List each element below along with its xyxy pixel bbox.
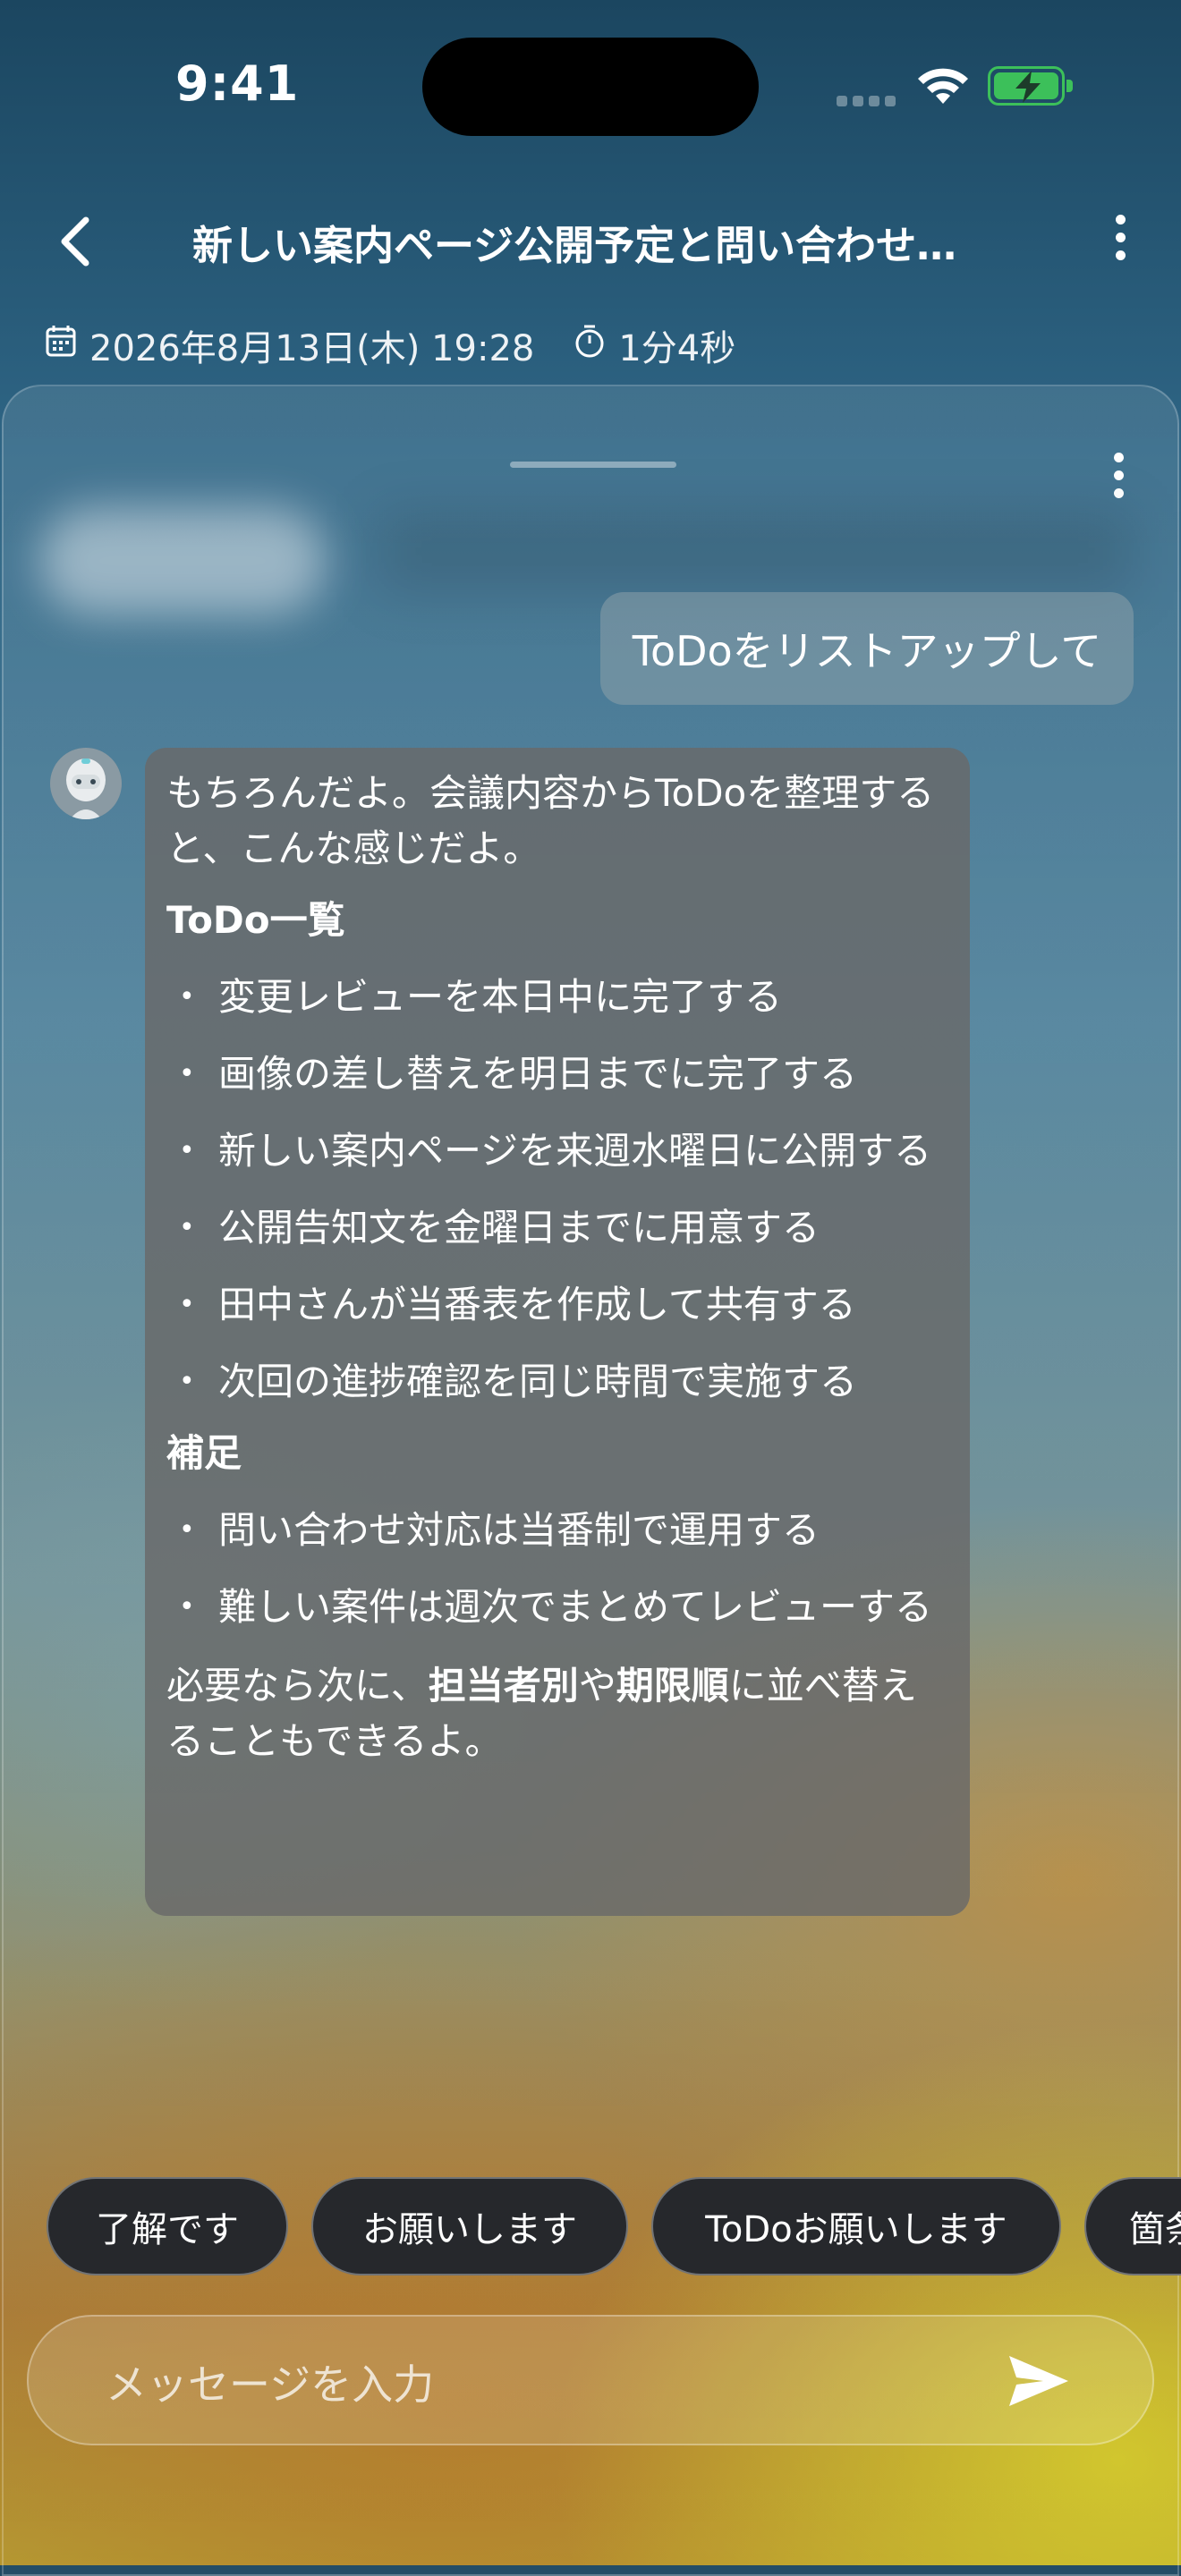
sheet-drag-handle[interactable]: [510, 462, 676, 468]
list-item: 画像の差し替えを明日までに完了する: [166, 1046, 945, 1102]
list-item: 問い合わせ対応は当番制で運用する: [166, 1503, 945, 1558]
send-icon[interactable]: [1007, 2354, 1070, 2408]
closing-bold-assignee: 担当者別: [428, 1664, 579, 1707]
wifi-icon: [914, 64, 972, 111]
user-message-text: ToDoをリストアップして: [632, 627, 1102, 675]
list-item: 新しい案内ページを来週水曜日に公開する: [166, 1123, 945, 1179]
list-item: 次回の進捗確認を同じ時間で実施する: [166, 1354, 945, 1410]
calendar-icon: [45, 324, 77, 367]
todo-list: 変更レビューを本日中に完了する 画像の差し替えを明日までに完了する 新しい案内ペ…: [166, 970, 945, 1410]
list-item: 難しい案件は週次でまとめてレビューする: [166, 1580, 945, 1635]
message-input-placeholder: メッセージを入力: [106, 2360, 435, 2409]
meeting-duration: 1分4秒: [618, 328, 736, 369]
list-item: 田中さんが当番表を作成して共有する: [166, 1277, 945, 1333]
assistant-avatar: [50, 748, 122, 819]
quick-reply-chip[interactable]: 了解です: [47, 2177, 288, 2275]
battery-charging-icon: [988, 66, 1073, 106]
more-options-icon[interactable]: [1102, 215, 1138, 277]
quick-reply-chip[interactable]: ToDoお願いします: [651, 2177, 1061, 2275]
closing-text: 必要なら次に、: [166, 1664, 429, 1707]
assistant-closing: 必要なら次に、担当者別や期限順に並べ替えることもできるよ。: [166, 1658, 945, 1769]
status-bar: 9:41: [0, 0, 1181, 170]
closing-text: や: [578, 1664, 616, 1707]
timer-icon: [574, 324, 606, 367]
back-chevron-icon[interactable]: [50, 215, 104, 268]
quick-replies: 了解です お願いします ToDoお願いします 箇条: [0, 2177, 1181, 2277]
signal-icon: [837, 93, 901, 110]
notes-list: 問い合わせ対応は当番制で運用する 難しい案件は週次でまとめてレビューする: [166, 1503, 945, 1635]
status-time: 9:41: [175, 55, 300, 112]
blurred-content: [39, 507, 326, 614]
list-item: 変更レビューを本日中に完了する: [166, 970, 945, 1025]
dynamic-island: [422, 38, 759, 136]
closing-bold-deadline: 期限順: [616, 1664, 729, 1707]
quick-reply-chip[interactable]: 箇条: [1084, 2177, 1181, 2275]
sheet-more-options-icon[interactable]: [1100, 453, 1136, 515]
list-item: 公開告知文を金曜日までに用意する: [166, 1200, 945, 1256]
page-title: 新しい案内ページ公開予定と問い合わせ…: [192, 222, 957, 269]
assistant-message-bubble: もちろんだよ。会議内容からToDoを整理すると、こんな感じだよ。 ToDo一覧 …: [145, 748, 970, 1916]
quick-reply-chip[interactable]: お願いします: [311, 2177, 628, 2275]
assistant-intro: もちろんだよ。会議内容からToDoを整理すると、こんな感じだよ。: [166, 771, 935, 870]
section-title-todo: ToDo一覧: [166, 898, 345, 942]
header: 新しい案内ページ公開予定と問い合わせ…: [0, 188, 1181, 295]
blurred-content: [379, 512, 1131, 592]
meeting-date: 2026年8月13日(木) 19:28: [89, 328, 535, 369]
section-title-notes: 補足: [166, 1431, 242, 1475]
meeting-meta: 2026年8月13日(木) 19:28 1分4秒: [45, 318, 735, 372]
message-input[interactable]: メッセージを入力: [27, 2315, 1154, 2445]
user-message-bubble: ToDoをリストアップして: [600, 592, 1134, 705]
